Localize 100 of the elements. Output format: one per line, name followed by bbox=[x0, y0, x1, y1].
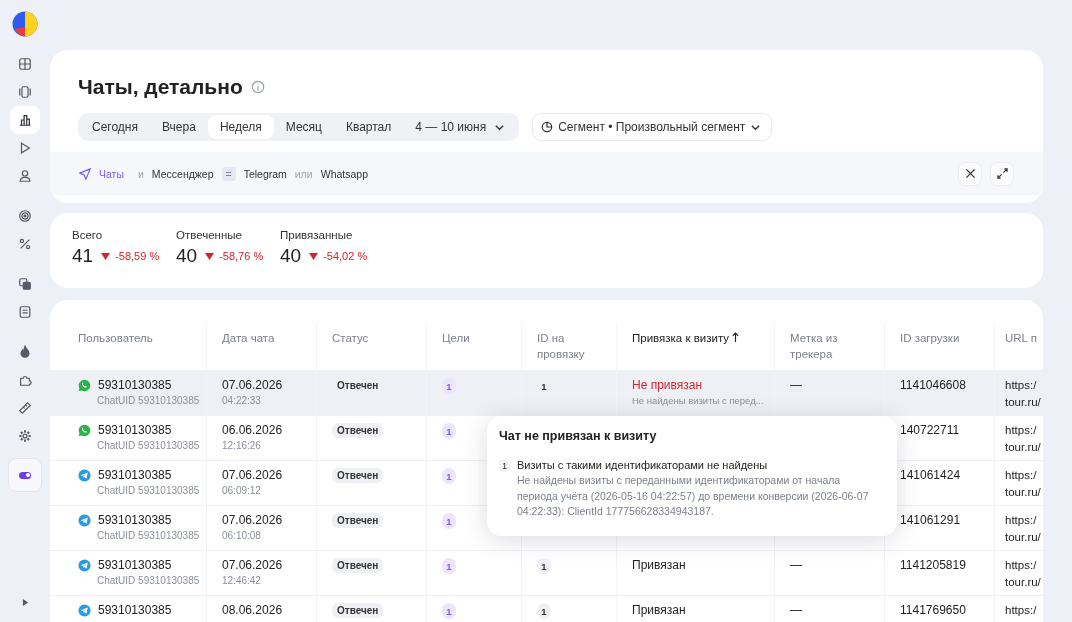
binding-note: Не найдены визиты с перед... bbox=[632, 394, 764, 408]
paper-plane-icon bbox=[78, 604, 91, 617]
chat-time: 04:22:33 bbox=[222, 394, 261, 408]
stat-label: Отвеченные bbox=[176, 229, 243, 241]
chat-bubble-icon bbox=[78, 379, 91, 392]
column-header[interactable]: Цели bbox=[442, 330, 470, 346]
goals-count: 1 bbox=[442, 603, 456, 619]
bind-id-count: 1 bbox=[537, 558, 551, 574]
filter-entity[interactable]: Чаты bbox=[99, 167, 124, 180]
stat-value: 40 bbox=[280, 245, 302, 267]
goals-count: 1 bbox=[442, 378, 456, 394]
table-row[interactable]: 59310130385 ChatUID 59310130385 07.06.2026 04:22:33 Отвечен 1 1 Не привязан Не найдены визиты с перед... — 1141046608 https:/ tour.ru/ bbox=[50, 371, 1043, 416]
column-header[interactable]: Статус bbox=[332, 330, 369, 346]
chat-date: 08.06.2026 bbox=[222, 602, 283, 619]
segment-dropdown[interactable]: Сегмент • Произвольный сегмент bbox=[532, 113, 773, 141]
user-id: 59310130385 bbox=[98, 602, 172, 619]
filter-value[interactable]: Whatsapp bbox=[320, 167, 368, 180]
column-header[interactable]: ID на провязку bbox=[537, 330, 602, 362]
chat-date: 07.06.2026 bbox=[222, 377, 283, 394]
bind-id-count: 1 bbox=[537, 603, 551, 619]
binding-status: Привязан bbox=[632, 602, 686, 619]
filter-conjunction: и bbox=[137, 167, 144, 180]
chat-time: 06:09:12 bbox=[222, 484, 261, 498]
logo-icon bbox=[12, 11, 38, 37]
user-id: 59310130385 bbox=[98, 467, 172, 484]
sort-arrow-icon[interactable] bbox=[732, 332, 740, 343]
period-tab[interactable]: Квартал bbox=[333, 115, 404, 139]
tracker-mark: — bbox=[790, 602, 802, 619]
binding-status: Привязан bbox=[632, 557, 686, 574]
url-text: tour.ru/ bbox=[1005, 575, 1041, 590]
table-row[interactable]: 59310130385 ChatUID 59310130385 07.06.2026 12:46:42 Отвечен 1 1 Привязан — 1141205819 https:/ tour.ru/ bbox=[50, 551, 1043, 596]
toggle-switch[interactable] bbox=[8, 458, 42, 492]
tooltip-title: Чат не привязан к визиту bbox=[499, 429, 658, 443]
chat-bubble-icon bbox=[78, 424, 91, 437]
period-tab[interactable]: Месяц bbox=[273, 115, 334, 139]
upload-id: 1141046608 bbox=[900, 377, 966, 394]
user-id: 59310130385 bbox=[98, 557, 172, 574]
upload-id: 1141205819 bbox=[900, 557, 966, 574]
pie-chart-icon bbox=[541, 121, 554, 133]
stat-value: 40 bbox=[176, 245, 198, 267]
bar-chart-icon[interactable] bbox=[10, 106, 40, 134]
chat-date: 07.06.2026 bbox=[222, 512, 283, 529]
chat-date: 07.06.2026 bbox=[222, 467, 283, 484]
close-button[interactable] bbox=[958, 161, 982, 186]
filter-field[interactable]: Мессенджер bbox=[151, 167, 214, 180]
chat-uid: ChatUID 59310130385 bbox=[97, 394, 200, 408]
column-header[interactable]: Пользователь bbox=[78, 330, 153, 346]
column-header[interactable]: Метка из трекера bbox=[790, 330, 870, 362]
chat-date: 06.06.2026 bbox=[222, 422, 283, 439]
chat-date: 07.06.2026 bbox=[222, 557, 283, 574]
filter-operator: = bbox=[221, 166, 236, 181]
fullscreen-button[interactable] bbox=[990, 161, 1014, 186]
stat-label: Всего bbox=[72, 229, 104, 241]
paper-plane-icon bbox=[78, 514, 91, 527]
expand-icon[interactable] bbox=[21, 599, 29, 606]
chat-uid: ChatUID 59310130385 bbox=[97, 529, 200, 543]
goals-count: 1 bbox=[442, 558, 456, 574]
upload-id: 141061291 bbox=[900, 512, 961, 529]
user-id: 59310130385 bbox=[98, 377, 172, 394]
status-tag: Отвечен bbox=[332, 513, 384, 528]
goals-count: 1 bbox=[442, 423, 456, 439]
status-tag: Отвечен bbox=[332, 558, 384, 573]
url-text: tour.ru/ bbox=[1005, 530, 1041, 545]
paper-plane-icon bbox=[78, 559, 91, 572]
period-tab[interactable]: Неделя bbox=[207, 115, 274, 139]
column-header[interactable]: URL п bbox=[1005, 330, 1037, 346]
period-tab[interactable]: Сегодня bbox=[80, 115, 150, 139]
user-id: 59310130385 bbox=[98, 512, 172, 529]
column-header[interactable]: ID загрузки bbox=[900, 330, 960, 346]
status-tag: Отвечен bbox=[332, 603, 384, 618]
goals-count: 1 bbox=[442, 513, 456, 529]
table-row[interactable]: 59310130385 08.06.2026 Отвечен 1 1 Привязан — 1141769650 https:/ bbox=[50, 596, 1043, 622]
chat-uid: ChatUID 59310130385 bbox=[97, 484, 200, 498]
stat-delta: -58,76 % bbox=[219, 250, 264, 262]
column-header[interactable]: Привязка к визиту bbox=[632, 330, 730, 346]
upload-id: 141061424 bbox=[900, 467, 961, 484]
reason-title: Визиты с такими идентификаторами не найдены bbox=[517, 458, 769, 473]
user-id: 59310130385 bbox=[98, 422, 172, 439]
page-title: Чаты, детально bbox=[78, 75, 243, 99]
column-header[interactable]: Дата чата bbox=[222, 330, 275, 346]
binding-status: Не привязан bbox=[632, 377, 703, 394]
filter-separator: или bbox=[294, 167, 313, 180]
period-tab[interactable]: Вчера bbox=[150, 115, 208, 139]
stat-delta: -58,59 % bbox=[115, 250, 160, 262]
upload-id: 1141769650 bbox=[900, 602, 966, 619]
item-number: 1 bbox=[499, 459, 510, 472]
expand-arrows-icon bbox=[996, 168, 1008, 179]
paper-plane-icon bbox=[78, 469, 91, 482]
status-tag: Отвечен bbox=[332, 468, 384, 483]
status-tag: Отвечен bbox=[332, 423, 384, 438]
url-text: https:/ bbox=[1005, 513, 1037, 528]
chat-time: 12:46:42 bbox=[222, 574, 261, 588]
filter-value[interactable]: Telegram bbox=[243, 167, 287, 180]
url-text: tour.ru/ bbox=[1005, 485, 1041, 500]
url-text: https:/ bbox=[1005, 468, 1037, 483]
close-icon bbox=[964, 168, 976, 179]
url-text: https:/ bbox=[1005, 423, 1037, 438]
info-icon[interactable] bbox=[250, 80, 265, 94]
chat-uid: ChatUID 59310130385 bbox=[97, 439, 200, 453]
date-range-dropdown[interactable]: 4 — 10 июня bbox=[403, 115, 518, 139]
